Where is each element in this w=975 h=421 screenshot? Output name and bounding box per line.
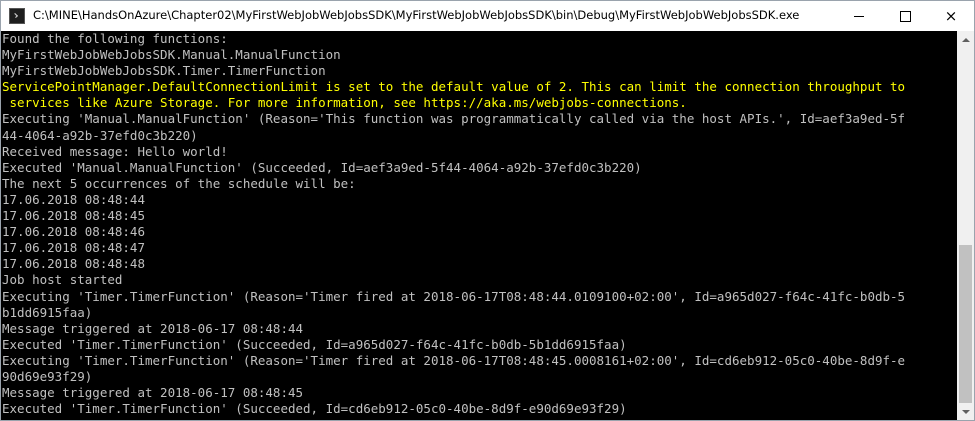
- console-app-icon[interactable]: [9, 8, 25, 24]
- console-line: Executing 'Timer.TimerFunction' (Reason=…: [2, 288, 906, 304]
- console-line: Executing 'Timer.TimerFunction' (Reason=…: [2, 352, 906, 368]
- console-line: Message triggered at 2018-06-17 08:48:44: [2, 320, 304, 336]
- scrollbar-thumb[interactable]: [959, 245, 972, 403]
- console-line: MyFirstWebJobWebJobsSDK.Manual.ManualFun…: [2, 47, 341, 63]
- close-button[interactable]: ×: [928, 1, 974, 31]
- close-icon: ×: [944, 7, 958, 25]
- console-line: 17.06.2018 08:48:46: [2, 224, 145, 240]
- minimize-button[interactable]: [836, 1, 882, 31]
- console-warning-line: ServicePointManager.DefaultConnectionLim…: [2, 79, 906, 95]
- maximize-icon: [899, 11, 911, 22]
- console-output[interactable]: Found the following functions: MyFirstWeb…: [1, 31, 957, 420]
- console-line: 44-4064-a92b-37efd0c3b220): [2, 127, 198, 143]
- window-title: C:\MINE\HandsOnAzure\Chapter02\MyFirstWe…: [33, 8, 800, 22]
- console-line: Executed 'Manual.ManualFunction' (Succee…: [2, 159, 642, 175]
- console-line: 17.06.2018 08:48:45: [2, 208, 145, 224]
- console-window: C:\MINE\HandsOnAzure\Chapter02\MyFirstWe…: [0, 0, 975, 421]
- console-line: 90d69e93f29): [2, 368, 93, 384]
- console-line: Executed 'Timer.TimerFunction' (Succeede…: [2, 336, 627, 352]
- console-line: 17.06.2018 08:48:47: [2, 240, 145, 256]
- minimize-icon: [854, 16, 864, 17]
- console-line: b1dd6915faa): [2, 304, 93, 320]
- scroll-up-arrow-icon[interactable]: [957, 31, 974, 48]
- vertical-scrollbar[interactable]: [957, 31, 974, 420]
- console-line: 17.06.2018 08:48:44: [2, 191, 145, 207]
- scroll-down-arrow-icon[interactable]: [957, 404, 974, 420]
- console-line: The next 5 occurrences of the schedule w…: [2, 175, 356, 191]
- title-bar[interactable]: C:\MINE\HandsOnAzure\Chapter02\MyFirstWe…: [1, 1, 974, 31]
- console-line: Found the following functions:: [2, 31, 228, 46]
- console-line: Received message: Hello world!: [2, 143, 228, 159]
- maximize-button[interactable]: [882, 1, 928, 31]
- console-line: Message triggered at 2018-06-17 08:48:45: [2, 385, 304, 401]
- console-line: MyFirstWebJobWebJobsSDK.Timer.TimerFunct…: [2, 63, 326, 79]
- console-line: Executing 'Manual.ManualFunction' (Reaso…: [2, 111, 906, 127]
- console-warning-line: services like Azure Storage. For more in…: [2, 95, 687, 111]
- console-line: 17.06.2018 08:48:48: [2, 256, 145, 272]
- console-line: Job host started: [2, 272, 123, 288]
- console-line: Executed 'Timer.TimerFunction' (Succeede…: [2, 401, 627, 417]
